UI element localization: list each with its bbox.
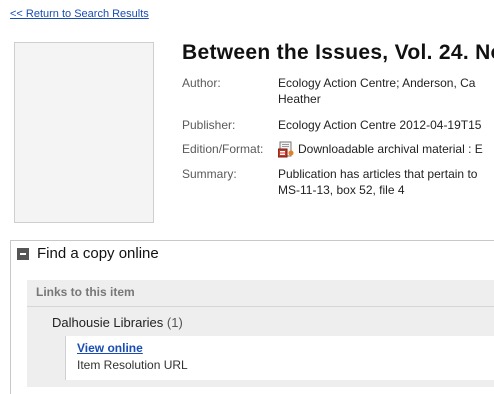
archival-material-icon: [277, 141, 294, 158]
links-to-item-heading: Links to this item: [36, 285, 135, 299]
library-name: Dalhousie Libraries (1): [52, 315, 183, 330]
item-resolution-url-label: Item Resolution URL: [77, 358, 188, 372]
publisher-label: Publisher:: [182, 118, 236, 132]
links-to-item-panel: Links to this item Dalhousie Libraries (…: [27, 280, 494, 387]
find-copy-online-title: Find a copy online: [37, 245, 159, 262]
view-online-link[interactable]: View online: [77, 341, 143, 355]
library-name-text: Dalhousie Libraries: [52, 315, 164, 330]
publisher-value: Ecology Action Centre 2012-04-19T15: [278, 118, 482, 132]
online-link-card: View online Item Resolution URL: [65, 336, 494, 380]
author-value-line-1: Ecology Action Centre; Anderson, Ca: [278, 76, 476, 90]
summary-label: Summary:: [182, 167, 237, 181]
author-value-line-2: Heather: [278, 92, 321, 106]
author-label: Author:: [182, 76, 221, 90]
find-copy-online-body: Links to this item Dalhousie Libraries (…: [10, 268, 494, 394]
summary-value-line-2: MS-11-13, box 52, file 4: [278, 183, 405, 197]
summary-value: Publication has articles that pertain to…: [278, 166, 477, 198]
edition-format-label: Edition/Format:: [182, 142, 264, 156]
edition-format-value: Downloadable archival material : E: [298, 142, 483, 156]
record-title: Between the Issues, Vol. 24. No: [182, 41, 494, 64]
find-copy-online-header[interactable]: Find a copy online: [10, 240, 494, 268]
return-to-search-results-link[interactable]: << Return to Search Results: [10, 8, 149, 20]
author-value: Ecology Action Centre; Anderson, Ca Heat…: [278, 75, 475, 107]
links-divider: [27, 306, 494, 307]
summary-value-line-1: Publication has articles that pertain to: [278, 167, 478, 181]
collapse-icon[interactable]: [17, 248, 29, 260]
cover-image-placeholder: [14, 42, 154, 223]
library-count: (1): [166, 315, 183, 330]
